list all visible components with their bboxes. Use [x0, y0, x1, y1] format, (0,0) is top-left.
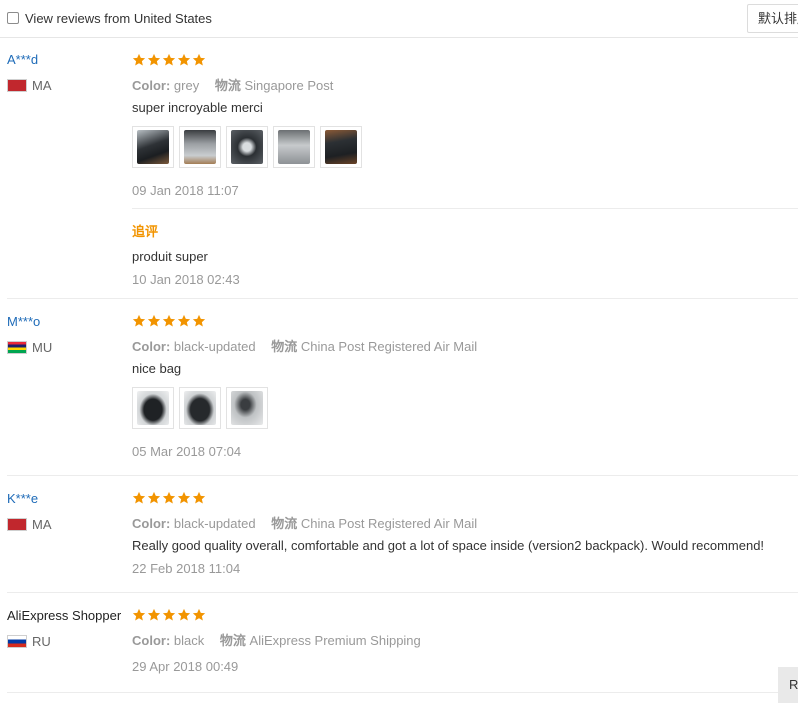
buyer-name[interactable]: K***e [7, 491, 38, 506]
flag-ma-icon [7, 518, 27, 531]
star-icon [132, 314, 146, 327]
shipping-value: China Post Registered Air Mail [300, 516, 478, 531]
review-photo-thumbnail[interactable] [273, 126, 315, 168]
color-label: Color: [132, 633, 171, 648]
review-divider [7, 692, 798, 693]
buyer-country: RU [7, 634, 51, 649]
additional-review-divider [132, 208, 798, 209]
review-item: A***d MA Color: grey 物流 Singapore Post s… [0, 38, 798, 298]
order-info: Color: black 物流 AliExpress Premium Shipp… [132, 630, 421, 649]
buyer-country: MA [7, 78, 52, 93]
star-icon [132, 608, 146, 621]
review-date: 05 Mar 2018 07:04 [132, 444, 242, 459]
review-photo-thumbnail[interactable] [320, 126, 362, 168]
review-text: Really good quality overall, comfortable… [132, 538, 765, 553]
order-info: Color: grey 物流 Singapore Post [132, 75, 333, 94]
review-photo-thumbnail[interactable] [226, 126, 268, 168]
color-label: Color: [132, 339, 171, 354]
review-photos [132, 387, 268, 429]
star-rating [132, 608, 206, 622]
star-icon [147, 608, 161, 621]
color-label: Color: [132, 78, 171, 93]
flag-ru-icon [7, 635, 27, 648]
review-photo-thumbnail[interactable] [132, 387, 174, 429]
logistics-label: 物流 [271, 339, 298, 354]
review-item: M***o MU Color: black-updated 物流 China P… [0, 299, 798, 475]
star-icon [162, 314, 176, 327]
color-value: black-updated [173, 516, 256, 531]
star-icon [147, 314, 161, 327]
logistics-label: 物流 [271, 516, 298, 531]
sort-dropdown[interactable]: 默认排序 [747, 4, 798, 33]
buyer-name: AliExpress Shopper [7, 608, 122, 623]
order-info: Color: black-updated 物流 China Post Regis… [132, 336, 477, 355]
star-icon [162, 53, 176, 66]
review-photo-thumbnail[interactable] [132, 126, 174, 168]
color-label: Color: [132, 516, 171, 531]
review-text: nice bag [132, 361, 182, 376]
shipping-value: AliExpress Premium Shipping [249, 633, 421, 648]
logistics-label: 物流 [219, 633, 246, 648]
review-photo-thumbnail[interactable] [226, 387, 268, 429]
color-value: black [173, 633, 205, 648]
flag-ma-icon [7, 79, 27, 92]
country-code: MA [32, 78, 52, 93]
buyer-country: MA [7, 517, 52, 532]
star-icon [192, 608, 206, 621]
additional-review-date: 10 Jan 2018 02:43 [132, 272, 240, 287]
buyer-name[interactable]: A***d [7, 52, 38, 67]
country-code: MA [32, 517, 52, 532]
star-icon [177, 314, 191, 327]
review-date: 09 Jan 2018 11:07 [132, 183, 239, 198]
additional-review-label: 追评 [132, 224, 159, 239]
star-icon [177, 608, 191, 621]
country-code: MU [32, 340, 53, 355]
star-icon [192, 314, 206, 327]
additional-review-text: produit super [132, 249, 208, 264]
star-rating [132, 53, 206, 67]
buyer-name[interactable]: M***o [7, 314, 40, 329]
color-value: grey [173, 78, 200, 93]
star-icon [162, 608, 176, 621]
review-date: 29 Apr 2018 00:49 [132, 659, 239, 674]
star-icon [177, 53, 191, 66]
shipping-value: Singapore Post [244, 78, 334, 93]
review-photo-thumbnail[interactable] [179, 126, 221, 168]
review-text: super incroyable merci [132, 100, 263, 115]
shipping-value: China Post Registered Air Mail [300, 339, 478, 354]
star-icon [132, 491, 146, 504]
star-icon [192, 491, 206, 504]
star-icon [132, 53, 146, 66]
review-photos [132, 126, 362, 168]
color-value: black-updated [173, 339, 256, 354]
us-reviews-filter[interactable]: View reviews from United States [7, 10, 212, 26]
star-icon [147, 491, 161, 504]
logistics-label: 物流 [214, 78, 241, 93]
buyer-country: MU [7, 340, 52, 355]
star-icon [147, 53, 161, 66]
star-icon [177, 491, 191, 504]
us-reviews-label: View reviews from United States [25, 10, 212, 26]
star-icon [162, 491, 176, 504]
country-code: RU [32, 634, 51, 649]
review-photo-thumbnail[interactable] [179, 387, 221, 429]
review-item: K***e MA Color: black-updated 物流 China P… [0, 476, 798, 592]
review-item: AliExpress Shopper RU Color: black 物流 Al… [0, 593, 798, 693]
us-reviews-checkbox[interactable] [7, 12, 19, 24]
review-filter-bar: View reviews from United States 默认排序 [0, 0, 798, 38]
star-rating [132, 491, 206, 505]
order-info: Color: black-updated 物流 China Post Regis… [132, 513, 477, 532]
side-help-button[interactable]: R [778, 667, 798, 703]
star-icon [192, 53, 206, 66]
star-rating [132, 314, 206, 328]
flag-mu-icon [7, 341, 27, 354]
review-date: 22 Feb 2018 11:04 [132, 561, 241, 576]
